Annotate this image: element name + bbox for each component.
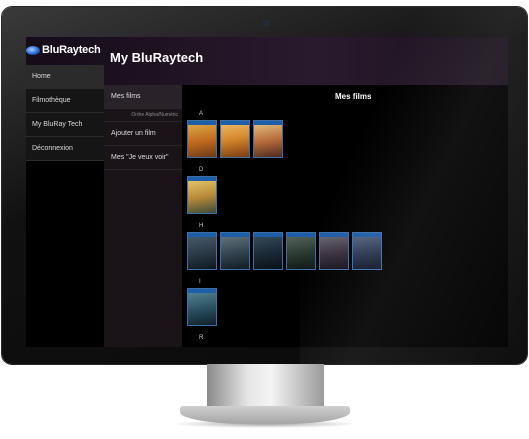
submenu-item-ajouter-film[interactable]: Ajouter un film [104, 122, 182, 146]
film-poster[interactable] [253, 120, 283, 158]
film-row-i [187, 288, 217, 326]
monitor-stand-base [180, 406, 350, 424]
film-poster[interactable] [187, 288, 217, 326]
film-row-d [187, 176, 217, 214]
nav-item-deconnexion[interactable]: Déconnexion [26, 137, 104, 161]
bluray-disc-icon [26, 45, 40, 55]
nav-item-filmotheque[interactable]: Filmothèque [26, 89, 104, 113]
submenu: Mes films Ordre Alpha/Numéric Ajouter un… [104, 85, 182, 347]
logo-text: BluRaytech [42, 44, 101, 56]
logo[interactable]: BluRaytech [26, 41, 101, 59]
film-poster[interactable] [187, 176, 217, 214]
sort-order-note: Ordre Alpha/Numéric [104, 109, 182, 122]
content-title: Mes films [335, 92, 372, 101]
film-poster[interactable] [187, 232, 217, 270]
main-nav: Home Filmothèque My BluRay Tech Déconnex… [26, 65, 104, 161]
page-title: My BluRaytech [110, 50, 204, 65]
screen: BluRaytech My BluRaytech Home Filmothèqu… [26, 37, 508, 347]
film-poster[interactable] [352, 232, 382, 270]
film-poster[interactable] [319, 232, 349, 270]
film-poster[interactable] [187, 120, 217, 158]
submenu-item-mes-films[interactable]: Mes films [104, 85, 182, 109]
submenu-item-je-veux-voir[interactable]: Mes "Je veux voir" [104, 146, 182, 170]
group-letter: H [199, 223, 204, 229]
film-poster[interactable] [220, 120, 250, 158]
film-poster[interactable] [220, 232, 250, 270]
film-row-a [187, 120, 283, 158]
group-letter: R [199, 335, 204, 341]
group-letter: D [199, 167, 204, 173]
film-poster[interactable] [286, 232, 316, 270]
nav-item-home[interactable]: Home [26, 65, 104, 89]
nav-item-my-bluray-tech[interactable]: My BluRay Tech [26, 113, 104, 137]
group-letter: I [199, 279, 201, 285]
group-letter: A [199, 111, 204, 117]
camera-icon [264, 21, 269, 26]
film-poster[interactable] [253, 232, 283, 270]
monitor-frame: BluRaytech My BluRaytech Home Filmothèqu… [2, 7, 527, 364]
film-row-h [187, 232, 382, 270]
monitor-stand-neck [207, 364, 324, 408]
